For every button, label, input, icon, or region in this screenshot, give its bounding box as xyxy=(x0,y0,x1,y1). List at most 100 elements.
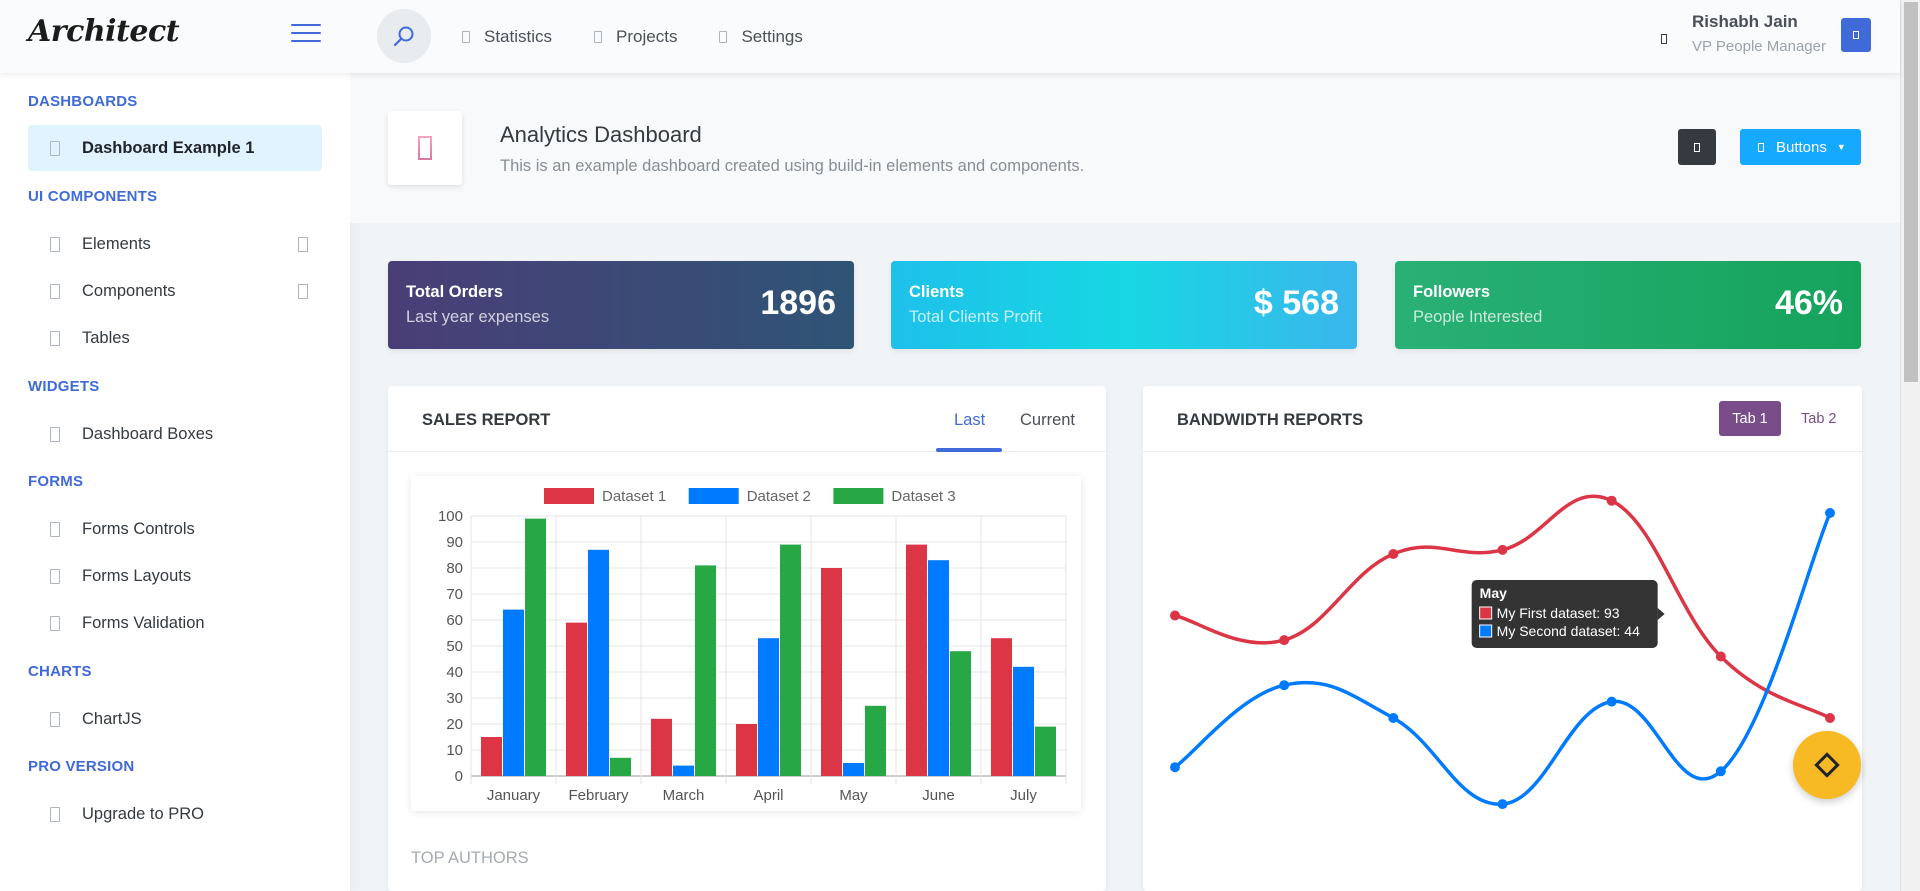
bar xyxy=(736,724,757,776)
y-tick-label: 20 xyxy=(446,716,463,733)
legend-label: Dataset 1 xyxy=(602,488,666,505)
y-tick-label: 40 xyxy=(446,664,463,681)
settings-icon xyxy=(719,30,728,43)
sidebar-heading-forms: Forms xyxy=(28,473,84,490)
y-tick-label: 50 xyxy=(446,638,463,655)
panel-title: Sales Report xyxy=(422,411,551,429)
sidebar: Dashboards Dashboard Example 1 UI Compon… xyxy=(0,73,350,891)
y-tick-label: 70 xyxy=(446,586,463,603)
theme-settings-button[interactable] xyxy=(1793,731,1861,799)
sidebar-heading-pro-version: Pro Version xyxy=(28,758,135,775)
user-icon xyxy=(1661,34,1667,44)
bar xyxy=(673,765,694,776)
nav-statistics[interactable]: Statistics xyxy=(462,27,552,47)
bar xyxy=(821,568,842,776)
sidebar-item-forms-validation[interactable]: Forms Validation xyxy=(28,600,322,646)
data-point xyxy=(1825,713,1835,723)
user-role: VP People Manager xyxy=(1692,38,1826,55)
tab-last[interactable]: Last xyxy=(954,411,985,430)
sidebar-heading-dashboards: Dashboards xyxy=(28,93,138,110)
search-button[interactable] xyxy=(377,9,431,63)
app-header: Architect Statistics Projects Settings R… xyxy=(0,0,1900,73)
sidebar-item-dashboard-boxes[interactable]: Dashboard Boxes xyxy=(28,411,322,457)
top-authors-heading: Top Authors xyxy=(411,849,529,867)
upgrade-icon xyxy=(50,806,60,822)
x-tick-label: June xyxy=(922,787,955,804)
y-tick-label: 100 xyxy=(438,508,463,525)
data-point xyxy=(1497,799,1508,810)
stat-subtitle: Total Clients Profit xyxy=(909,308,1042,326)
page-title-area: Analytics Dashboard This is an example d… xyxy=(350,73,1900,223)
user-menu-button[interactable] xyxy=(1841,18,1871,52)
star-button[interactable] xyxy=(1678,129,1716,165)
sidebar-item-dashboard-example-1[interactable]: Dashboard Example 1 xyxy=(28,125,322,171)
tooltip-swatch xyxy=(1479,624,1493,638)
menu-toggle-icon[interactable] xyxy=(291,24,321,44)
page-title: Analytics Dashboard xyxy=(500,122,702,147)
page-subtitle: This is an example dashboard created usi… xyxy=(500,157,1085,175)
bandwidth-reports-panel: Bandwidth Reports Tab 1 Tab 2 May My Firs… xyxy=(1143,386,1862,891)
sidebar-item-components[interactable]: Components xyxy=(28,268,322,314)
expand-icon xyxy=(298,236,308,252)
legend-swatch xyxy=(688,488,739,504)
tooltip-caret xyxy=(1657,608,1665,620)
sidebar-item-upgrade-to-pro[interactable]: Upgrade to PRO xyxy=(28,791,322,837)
user-info[interactable]: Rishabh Jain VP People Manager xyxy=(1661,12,1826,55)
x-tick-label: January xyxy=(487,787,541,804)
y-tick-label: 60 xyxy=(446,612,463,629)
page-scrollbar[interactable] xyxy=(1900,0,1920,891)
business-icon xyxy=(1758,142,1764,152)
panel-header: Bandwidth Reports Tab 1 Tab 2 xyxy=(1143,386,1862,452)
bar xyxy=(1013,666,1034,776)
tables-icon xyxy=(50,330,60,346)
stat-value: 46% xyxy=(1774,284,1843,322)
bar xyxy=(566,622,587,776)
bar xyxy=(651,718,672,776)
series-line xyxy=(1173,512,1832,806)
tab-current[interactable]: Current xyxy=(1020,411,1075,430)
tab-2[interactable]: Tab 2 xyxy=(1801,411,1836,427)
bar xyxy=(865,705,886,776)
tab-1[interactable]: Tab 1 xyxy=(1719,401,1781,436)
star-icon xyxy=(1694,142,1700,152)
bandwidth-line-chart: May My First dataset: 93 My Second dataset… xyxy=(1170,494,1835,810)
sidebar-heading-widgets: Widgets xyxy=(28,378,100,395)
sidebar-item-chartjs[interactable]: ChartJS xyxy=(28,696,322,742)
nav-settings[interactable]: Settings xyxy=(719,27,803,47)
data-point xyxy=(1606,696,1617,707)
buttons-dropdown[interactable]: Buttons ▼ xyxy=(1740,129,1861,165)
settings-icon xyxy=(1814,752,1840,778)
scrollbar-thumb[interactable] xyxy=(1904,2,1918,382)
logo[interactable]: Architect xyxy=(28,14,180,49)
sidebar-item-forms-controls[interactable]: Forms Controls xyxy=(28,506,322,552)
y-tick-label: 90 xyxy=(446,534,463,551)
bar xyxy=(588,549,609,776)
data-point xyxy=(1497,544,1508,555)
chart-tooltip: May My First dataset: 93 My Second dataset… xyxy=(1471,580,1665,648)
user-menu-icon xyxy=(1853,31,1859,39)
bar xyxy=(1035,726,1056,776)
data-point xyxy=(1606,495,1617,506)
y-tick-label: 80 xyxy=(446,560,463,577)
page-title-icon-box xyxy=(388,111,462,185)
panel-header: Sales Report Last Current xyxy=(388,386,1106,452)
stat-subtitle: People Interested xyxy=(1413,308,1543,326)
bar xyxy=(695,565,716,776)
data-point xyxy=(1279,680,1290,691)
nav-projects[interactable]: Projects xyxy=(594,27,677,47)
sidebar-item-tables[interactable]: Tables xyxy=(28,315,322,361)
sidebar-item-forms-layouts[interactable]: Forms Layouts xyxy=(28,553,322,599)
components-icon xyxy=(50,283,60,299)
sidebar-item-elements[interactable]: Elements xyxy=(28,221,322,267)
projects-icon xyxy=(594,30,603,43)
sales-bar-chart: Dataset 1 Dataset 2 Dataset 3 0 10 20 30 40 50 60… xyxy=(411,476,1081,811)
bar xyxy=(610,757,631,776)
forms-validation-icon xyxy=(50,615,60,631)
sidebar-heading-charts: Charts xyxy=(28,663,92,680)
y-tick-label: 10 xyxy=(446,742,463,759)
stat-title: Clients xyxy=(909,283,965,301)
bar xyxy=(843,763,864,776)
data-point xyxy=(1825,508,1835,518)
statistics-icon xyxy=(462,30,470,43)
bar xyxy=(481,737,502,776)
